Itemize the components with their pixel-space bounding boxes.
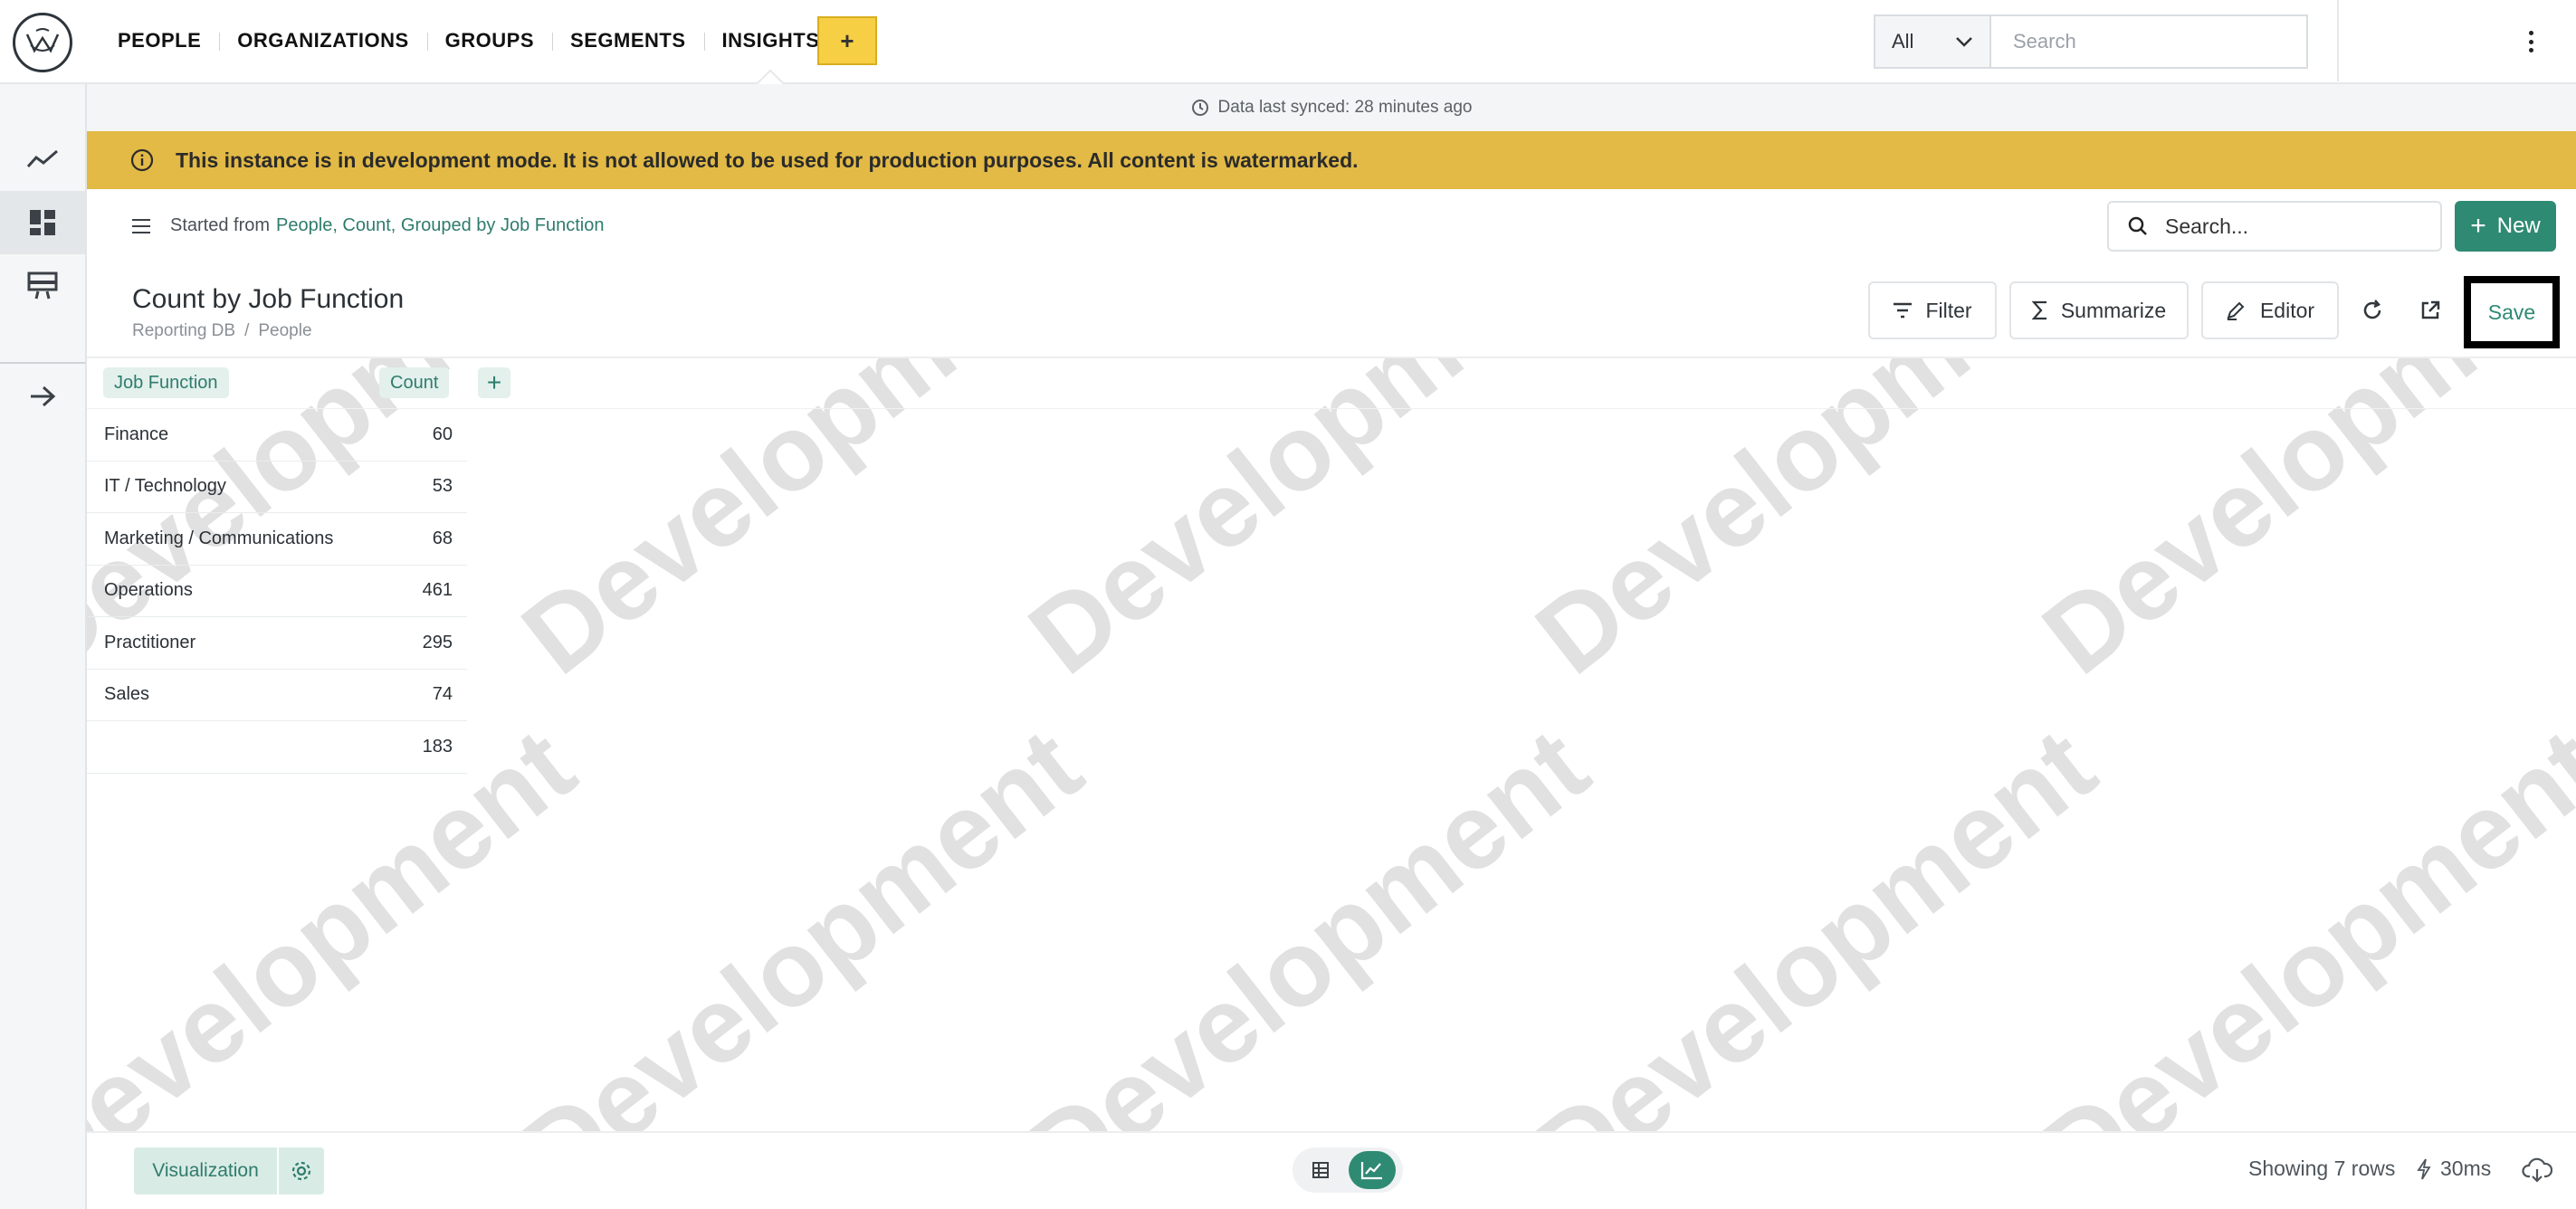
dashboard-icon[interactable]: [0, 191, 85, 254]
summarize-button[interactable]: Summarize: [2009, 281, 2189, 339]
top-navigation: PEOPLE ORGANIZATIONS GROUPS SEGMENTS INS…: [0, 0, 2576, 84]
line-chart-icon[interactable]: [0, 128, 85, 191]
new-button-label: New: [2496, 214, 2541, 238]
more-options-icon[interactable]: [2524, 25, 2538, 58]
table-row: IT / Technology 53: [87, 462, 467, 513]
new-button[interactable]: + New: [2455, 201, 2556, 252]
info-icon: [130, 148, 154, 172]
watermark-text: Development: [1514, 358, 2117, 698]
external-link-icon[interactable]: [2409, 290, 2451, 331]
sync-status-bar: Data last synced: 28 minutes ago: [87, 84, 2576, 131]
table-row: 183: [87, 721, 467, 774]
editor-label: Editor: [2259, 298, 2315, 322]
cell-count[interactable]: 68: [433, 528, 453, 549]
add-column-button[interactable]: +: [478, 367, 510, 398]
watermark-text: Development: [2021, 706, 2576, 1132]
cell-job-function[interactable]: IT / Technology: [104, 476, 226, 497]
nav-groups[interactable]: GROUPS: [426, 0, 552, 81]
query-origin-link[interactable]: People, Count, Grouped by Job Function: [276, 215, 604, 236]
chart-view-icon[interactable]: [1349, 1151, 1396, 1189]
save-button[interactable]: Save: [2464, 276, 2560, 348]
arrow-right-icon[interactable]: [0, 365, 85, 428]
cell-count[interactable]: 74: [433, 684, 453, 705]
filter-button[interactable]: Filter: [1868, 281, 1997, 339]
search-scope-value: All: [1892, 30, 1914, 52]
query-footer: Visualization Showing 7 rows 30ms: [87, 1131, 2576, 1209]
query-origin: Started from People, Count, Grouped by J…: [132, 215, 605, 236]
breadcrumb: Reporting DB / People: [132, 321, 312, 340]
query-search-input[interactable]: Search...: [2107, 201, 2442, 252]
query-origin-prefix: Started from: [170, 215, 271, 235]
pencil-icon: [2227, 301, 2245, 320]
table-row: Practitioner 295: [87, 617, 467, 670]
nav-divider: [2337, 0, 2339, 81]
app-logo-icon[interactable]: [13, 13, 72, 72]
nav-organizations[interactable]: ORGANIZATIONS: [219, 0, 426, 81]
chevron-down-icon: [1956, 37, 1972, 47]
watermark-text: Development: [2021, 358, 2576, 698]
editor-button[interactable]: Editor: [2201, 281, 2339, 339]
download-cloud-icon[interactable]: [2522, 1157, 2553, 1184]
table-view-icon[interactable]: [1303, 1153, 1338, 1187]
plus-icon: +: [2470, 211, 2486, 241]
search-icon: [2128, 216, 2147, 235]
cell-count[interactable]: 53: [433, 476, 453, 497]
search-scope-select[interactable]: All: [1874, 14, 1991, 69]
query-search-placeholder: Search...: [2165, 214, 2249, 238]
table-row: Finance 60: [87, 409, 467, 462]
query-timing-value: 30ms: [2440, 1157, 2492, 1180]
table-row: Marketing / Communications 68: [87, 513, 467, 566]
content-divider: [87, 357, 2576, 358]
nav-people[interactable]: PEOPLE: [100, 0, 219, 81]
left-sidebar: [0, 84, 87, 1209]
cell-count[interactable]: 60: [433, 424, 453, 445]
watermark-text: Development: [1007, 358, 1610, 698]
breadcrumb-database[interactable]: Reporting DB: [132, 321, 235, 340]
cell-job-function[interactable]: Marketing / Communications: [104, 528, 333, 549]
cell-count[interactable]: 295: [423, 633, 453, 653]
summarize-label: Summarize: [2060, 298, 2167, 322]
dev-mode-banner: This instance is in development mode. It…: [87, 131, 2576, 189]
clock-icon: [1191, 100, 1208, 116]
watermark-text: Development: [1514, 706, 2117, 1132]
gear-icon[interactable]: [279, 1147, 324, 1195]
table-row: Sales 74: [87, 670, 467, 721]
page-title: Count by Job Function: [132, 284, 405, 314]
view-toggle: [1293, 1147, 1403, 1193]
cell-job-function[interactable]: Practitioner: [104, 633, 196, 653]
nav-add-button[interactable]: +: [817, 16, 877, 65]
nav-segments[interactable]: SEGMENTS: [552, 0, 703, 81]
cell-job-function[interactable]: Sales: [104, 684, 149, 705]
sync-status-text: Data last synced: 28 minutes ago: [1217, 98, 1473, 117]
cell-count[interactable]: 461: [423, 580, 453, 601]
results-table: Finance 60 IT / Technology 53 Marketing / …: [87, 409, 467, 774]
query-timing: 30ms: [2417, 1157, 2491, 1181]
column-header-count[interactable]: Count: [379, 367, 450, 398]
sidebar-separator: [0, 362, 85, 364]
row-count: Showing 7 rows: [2248, 1157, 2396, 1180]
breadcrumb-table[interactable]: People: [258, 321, 311, 340]
column-header-job-function[interactable]: Job Function: [103, 367, 229, 398]
watermark-text: Development: [1007, 706, 1610, 1132]
presentation-icon[interactable]: [0, 254, 85, 318]
filter-label: Filter: [1925, 298, 1972, 322]
sigma-icon: [2031, 300, 2046, 320]
refresh-icon[interactable]: [2352, 290, 2393, 331]
filter-icon: [1894, 302, 1913, 319]
lightning-icon: [2417, 1158, 2431, 1179]
global-search-input[interactable]: Search: [1989, 14, 2308, 69]
cell-count[interactable]: 183: [423, 737, 453, 757]
visualization-button[interactable]: Visualization: [134, 1147, 277, 1195]
cell-job-function[interactable]: Finance: [104, 424, 168, 445]
cell-job-function[interactable]: Operations: [104, 580, 193, 601]
banner-text: This instance is in development mode. It…: [176, 148, 1359, 172]
menu-icon[interactable]: [132, 218, 150, 233]
watermark-text: Development: [501, 358, 1103, 698]
watermark-text: Development: [501, 706, 1103, 1132]
main-nav: PEOPLE ORGANIZATIONS GROUPS SEGMENTS INS…: [100, 0, 837, 81]
table-row: Operations 461: [87, 566, 467, 617]
